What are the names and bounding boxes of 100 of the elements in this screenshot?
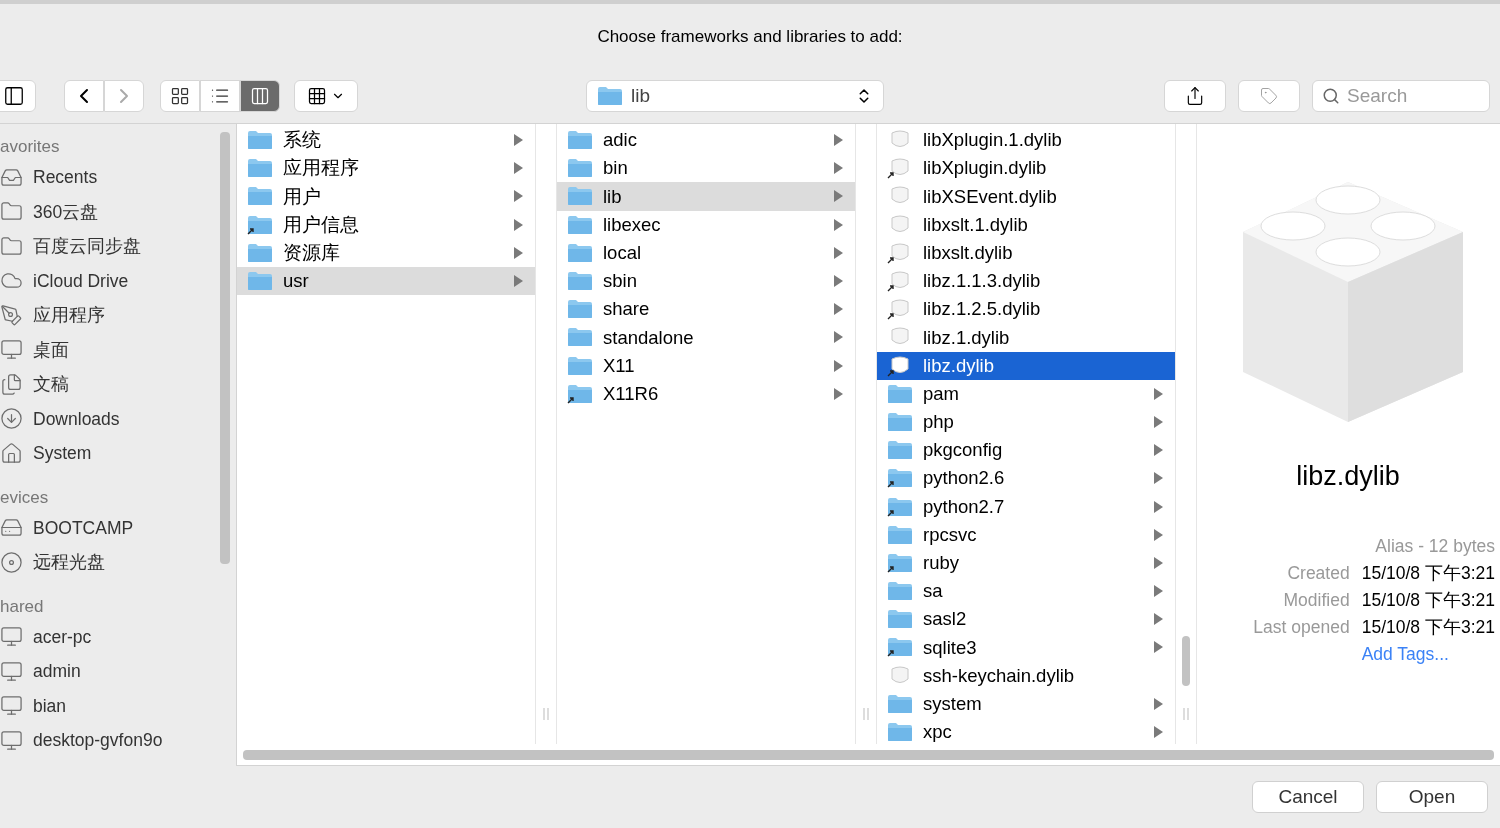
file-name: pkgconfig — [923, 438, 1004, 463]
sidebar-item[interactable]: bian — [0, 688, 236, 723]
file-row[interactable]: standalone — [557, 323, 855, 352]
file-row[interactable]: php — [877, 407, 1175, 437]
sidebar-toggle-button[interactable] — [0, 80, 36, 112]
folder-icon — [597, 86, 623, 106]
file-row[interactable]: lib — [557, 182, 855, 211]
file-name: 用户 — [283, 184, 322, 209]
file-row[interactable]: libexec — [557, 210, 855, 239]
sidebar-item[interactable]: desktop-gvfon9o — [0, 723, 236, 758]
search-icon — [1322, 87, 1340, 105]
folder-icon — [887, 722, 913, 743]
scrollbar-thumb[interactable] — [1182, 636, 1190, 686]
add-tags-link[interactable]: Add Tags... — [1361, 640, 1495, 668]
disclosure-arrow-icon — [514, 134, 523, 147]
folder-icon — [247, 158, 273, 179]
dialog-button[interactable]: Open — [1376, 781, 1488, 813]
file-row[interactable]: python2.7 — [877, 492, 1175, 521]
sidebar-item[interactable]: 桌面 — [0, 332, 236, 367]
file-row[interactable]: sa — [877, 577, 1175, 606]
grid-icon — [170, 86, 190, 106]
folder-icon — [567, 158, 593, 179]
file-row[interactable]: libXSEvent.dylib — [877, 182, 1175, 211]
path-popup[interactable]: lib — [586, 80, 884, 112]
computer-icon — [0, 728, 23, 752]
computer-icon — [0, 625, 23, 649]
sidebar-item[interactable]: Downloads — [0, 401, 236, 436]
sidebar-item[interactable]: 360云盘 — [0, 194, 236, 229]
window-title: Choose frameworks and libraries to add: — [597, 26, 903, 49]
file-row[interactable]: 资源库 — [237, 238, 535, 267]
file-row[interactable]: libz.1.dylib — [877, 323, 1175, 352]
preview-file-name: libz.dylib — [1296, 460, 1400, 493]
file-name: libXSEvent.dylib — [923, 184, 1058, 209]
search-field[interactable]: Search — [1312, 80, 1490, 112]
file-row[interactable]: libz.dylib — [877, 351, 1175, 380]
arrange-dropdown[interactable] — [294, 80, 358, 112]
file-row[interactable]: pkgconfig — [877, 436, 1175, 465]
folder-icon — [567, 186, 593, 207]
file-row[interactable]: local — [557, 238, 855, 267]
folder-icon — [247, 214, 273, 235]
download-icon — [0, 407, 23, 431]
file-row[interactable]: bin — [557, 154, 855, 183]
detail-label: Modified — [1282, 588, 1350, 612]
file-row[interactable]: pam — [877, 379, 1175, 408]
detail-value: 15/10/8 下午3:21 — [1361, 588, 1495, 612]
file-row[interactable]: ruby — [877, 548, 1175, 577]
file-row[interactable]: X11 — [557, 351, 855, 380]
dialog-button[interactable]: Cancel — [1252, 781, 1364, 813]
file-row[interactable]: rpcsvc — [877, 520, 1175, 549]
file-row[interactable]: libxslt.dylib — [877, 238, 1175, 267]
file-row[interactable]: usr — [237, 266, 535, 296]
file-row[interactable]: sasl2 — [877, 605, 1175, 634]
view-mode-button[interactable] — [160, 80, 200, 112]
sidebar-item[interactable]: System — [0, 436, 236, 471]
scrollbar-thumb[interactable] — [220, 132, 230, 564]
file-row[interactable]: sqlite3 — [877, 633, 1175, 662]
file-row[interactable]: libz.1.2.5.dylib — [877, 295, 1175, 324]
view-mode-button[interactable] — [200, 80, 240, 112]
file-row[interactable]: libXplugin.1.dylib — [877, 126, 1175, 155]
sidebar-item[interactable]: 应用程序 — [0, 298, 236, 333]
file-name: xpc — [923, 720, 953, 744]
share-button[interactable] — [1164, 80, 1226, 112]
file-row[interactable]: share — [557, 295, 855, 324]
file-row[interactable]: xpc — [877, 717, 1175, 744]
file-row[interactable]: sbin — [557, 266, 855, 296]
sidebar-heading: hared — [0, 595, 45, 618]
file-row[interactable]: ssh-keychain.dylib — [877, 661, 1175, 690]
back-button[interactable] — [64, 80, 104, 112]
sidebar-item[interactable]: admin — [0, 654, 236, 689]
disc-icon — [0, 550, 23, 574]
file-row[interactable]: 用户 — [237, 182, 535, 211]
file-row[interactable]: libz.1.1.3.dylib — [877, 266, 1175, 296]
file-row[interactable]: 用户信息 — [237, 210, 535, 239]
file-row[interactable]: 系统 — [237, 126, 535, 155]
file-name: usr — [283, 269, 310, 294]
screen-icon — [0, 338, 23, 362]
sidebar-item[interactable]: acer-pc — [0, 619, 236, 654]
sidebar-item[interactable]: 远程光盘 — [0, 545, 236, 580]
sidebar-item[interactable]: BOOTCAMP — [0, 510, 236, 545]
file-row[interactable]: X11R6 — [557, 379, 855, 408]
folder-icon — [887, 440, 913, 461]
sidebar-item[interactable]: Recents — [0, 160, 236, 195]
file-name: system — [923, 691, 983, 716]
file-row[interactable]: python2.6 — [877, 464, 1175, 493]
sidebar-item[interactable]: 文稿 — [0, 367, 236, 402]
disclosure-arrow-icon — [1154, 528, 1163, 541]
sidebar-item[interactable]: iCloud Drive — [0, 263, 236, 298]
file-row[interactable]: adic — [557, 126, 855, 155]
disclosure-arrow-icon — [1154, 697, 1163, 710]
file-name: rpcsvc — [923, 522, 978, 547]
file-row[interactable]: system — [877, 689, 1175, 718]
file-row[interactable]: libxslt.1.dylib — [877, 210, 1175, 239]
disclosure-arrow-icon — [834, 246, 843, 259]
horizontal-scrollbar-thumb[interactable] — [243, 749, 1494, 760]
file-row[interactable]: 应用程序 — [237, 154, 535, 183]
disclosure-arrow-icon — [1154, 444, 1163, 457]
sidebar-item[interactable]: 百度云同步盘 — [0, 229, 236, 264]
file-row[interactable]: libXplugin.dylib — [877, 154, 1175, 183]
detail-label: Created — [1286, 561, 1350, 585]
folder-icon — [247, 271, 273, 292]
